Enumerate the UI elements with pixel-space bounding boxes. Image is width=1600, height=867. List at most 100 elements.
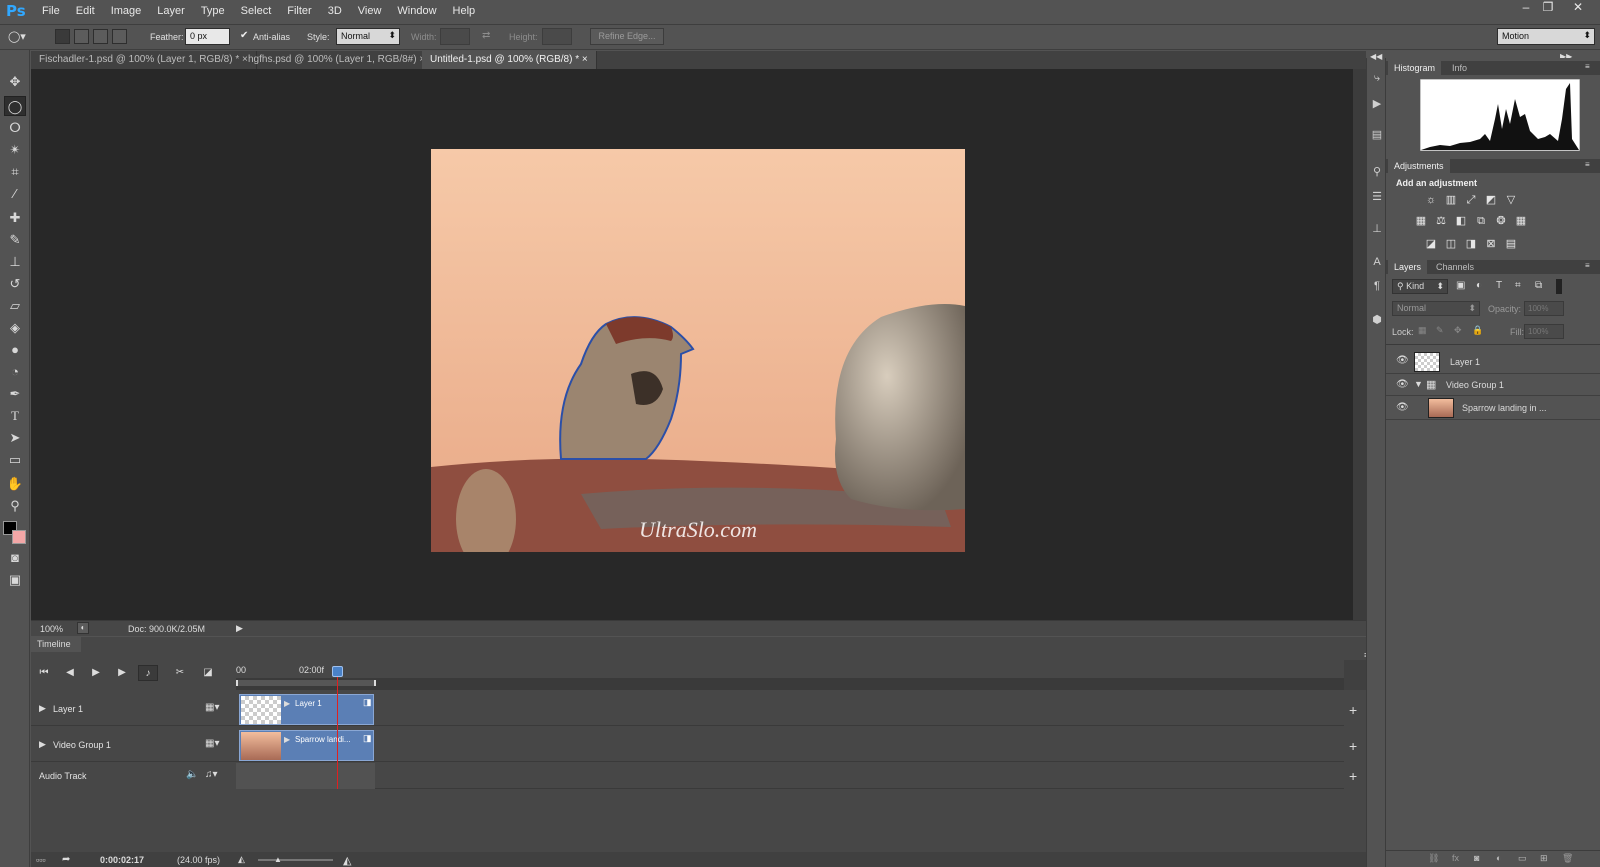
lock-transparent-icon[interactable]: ▦ bbox=[1418, 325, 1427, 336]
posterize-icon[interactable]: ◫ bbox=[1444, 238, 1458, 250]
history-brush-tool-icon[interactable]: ↺ bbox=[4, 274, 26, 294]
add-audio-icon[interactable]: + bbox=[1349, 768, 1357, 784]
status-info-icon[interactable]: ◐ bbox=[77, 622, 89, 634]
menu-select[interactable]: Select bbox=[233, 5, 280, 17]
brightness-icon[interactable]: ☼ bbox=[1424, 194, 1438, 206]
status-menu-arrow-icon[interactable]: ▶ bbox=[236, 623, 243, 634]
mute-audio-icon[interactable]: ♪ bbox=[138, 665, 158, 681]
expand-arrow-icon[interactable]: ▶ bbox=[39, 739, 46, 750]
next-frame-icon[interactable]: ▶ bbox=[112, 665, 132, 681]
collapse-panels-icon[interactable]: ◀◀ bbox=[1370, 52, 1382, 61]
lock-image-icon[interactable]: ✎ bbox=[1436, 325, 1444, 336]
track-lane-audio[interactable] bbox=[236, 763, 1344, 789]
type-tool-icon[interactable]: T bbox=[4, 406, 26, 426]
menu-type[interactable]: Type bbox=[193, 5, 233, 17]
music-note-menu-icon[interactable]: ♫▾ bbox=[205, 769, 218, 780]
filter-shape-icon[interactable]: ⌗ bbox=[1515, 280, 1521, 291]
new-layer-icon[interactable]: ⊞ bbox=[1540, 853, 1548, 864]
zoom-level[interactable]: 100% bbox=[40, 624, 63, 634]
style-select[interactable]: Normal ⬍ bbox=[336, 28, 400, 45]
previous-frame-icon[interactable]: ◀ bbox=[60, 665, 80, 681]
clip-layer-1[interactable]: ▶ Layer 1 ◨ bbox=[239, 694, 374, 725]
lock-position-icon[interactable]: ✥ bbox=[1454, 325, 1462, 336]
timeline-ruler[interactable] bbox=[236, 678, 1344, 690]
close-tab-icon[interactable]: × bbox=[582, 54, 588, 65]
opacity-input[interactable]: 100% bbox=[1524, 301, 1564, 316]
panel-menu-icon[interactable]: ≡ bbox=[1585, 160, 1590, 169]
ellipse-marquee-preset-icon[interactable]: ◯▾ bbox=[8, 30, 34, 44]
add-mask-icon[interactable]: ◙ bbox=[1474, 853, 1479, 863]
panel-menu-icon[interactable]: ≡ bbox=[1585, 62, 1590, 71]
new-group-icon[interactable]: ▭ bbox=[1518, 853, 1527, 864]
close-window-button[interactable]: ✕ bbox=[1566, 0, 1590, 16]
track-lane-video-group-1[interactable] bbox=[236, 727, 1344, 762]
timeline-tab[interactable]: Timeline bbox=[31, 637, 81, 652]
menu-3d[interactable]: 3D bbox=[320, 5, 350, 17]
rectangle-tool-icon[interactable]: ▭ bbox=[4, 450, 26, 470]
paragraph-panel-icon[interactable]: ¶ bbox=[1369, 280, 1385, 296]
channel-mixer-icon[interactable]: ❂ bbox=[1494, 215, 1508, 227]
hue-saturation-icon[interactable]: ▦ bbox=[1414, 215, 1428, 227]
ellipse-marquee-tool-icon[interactable]: ◯ bbox=[4, 96, 26, 116]
brush-presets-icon[interactable]: ☰ bbox=[1369, 190, 1385, 206]
adjustments-tab[interactable]: Adjustments bbox=[1388, 159, 1450, 173]
clone-source-icon[interactable]: ⊥ bbox=[1369, 222, 1385, 238]
restore-button[interactable]: ❐ bbox=[1536, 0, 1560, 16]
brush-tool-icon[interactable]: ✎ bbox=[4, 230, 26, 250]
tab-hgfhs[interactable]: hgfhs.psd @ 100% (Layer 1, RGB/8#) × bbox=[240, 51, 435, 69]
playhead-line[interactable] bbox=[337, 677, 338, 789]
blend-mode-select[interactable]: Normal ⬍ bbox=[1392, 301, 1480, 316]
levels-icon[interactable]: ▥ bbox=[1444, 194, 1458, 206]
new-adjustment-icon[interactable]: ◐ bbox=[1496, 853, 1501, 863]
new-selection-icon[interactable] bbox=[55, 29, 70, 44]
minimize-button[interactable]: – bbox=[1514, 0, 1538, 16]
healing-brush-tool-icon[interactable]: ✚ bbox=[4, 208, 26, 228]
curves-icon[interactable]: ⤢ bbox=[1464, 194, 1478, 206]
tab-untitled-1[interactable]: Untitled-1.psd @ 100% (RGB/8) * × bbox=[422, 51, 597, 69]
convert-frame-animation-icon[interactable]: ▫▫▫ bbox=[36, 855, 46, 865]
film-strip-menu-icon[interactable]: ▦▾ bbox=[205, 738, 219, 749]
actions-panel-icon[interactable]: ▶ bbox=[1369, 97, 1385, 113]
track-header-layer-1[interactable]: ▶ Layer 1 ▦▾ bbox=[31, 691, 236, 726]
fill-input[interactable]: 100% bbox=[1524, 324, 1564, 339]
screen-mode-icon[interactable]: ▣ bbox=[4, 570, 26, 590]
photo-filter-icon[interactable]: ⧉ bbox=[1474, 215, 1488, 227]
zoom-in-icon[interactable]: ◭ bbox=[343, 854, 351, 867]
zoom-slider-thumb-icon[interactable]: ▲ bbox=[274, 855, 282, 864]
path-selection-tool-icon[interactable]: ➤ bbox=[4, 428, 26, 448]
link-layers-icon[interactable]: ⛓ bbox=[1428, 853, 1439, 864]
track-header-audio[interactable]: Audio Track 🔈 ♫▾ bbox=[31, 763, 236, 789]
black-white-icon[interactable]: ◧ bbox=[1454, 215, 1468, 227]
menu-view[interactable]: View bbox=[350, 5, 390, 17]
menu-edit[interactable]: Edit bbox=[68, 5, 103, 17]
workspace-select[interactable]: Motion ⬍ bbox=[1497, 28, 1595, 45]
crop-tool-icon[interactable]: ⌗ bbox=[4, 162, 26, 182]
history-panel-icon[interactable]: ⤷ bbox=[1369, 72, 1385, 88]
play-icon[interactable]: ▶ bbox=[86, 665, 106, 681]
menu-layer[interactable]: Layer bbox=[149, 5, 193, 17]
refine-edge-button[interactable]: Refine Edge... bbox=[590, 28, 664, 45]
transition-icon[interactable]: ◪ bbox=[198, 665, 218, 681]
document-canvas[interactable]: UltraSlo.com bbox=[431, 149, 965, 552]
add-media-video-group-icon[interactable]: + bbox=[1349, 738, 1357, 754]
anti-alias-checkbox[interactable]: ✔ bbox=[240, 30, 248, 41]
film-strip-menu-icon[interactable]: ▦▾ bbox=[205, 702, 219, 713]
clip-arrow-icon[interactable]: ▶ bbox=[284, 699, 290, 708]
tab-fischadler[interactable]: Fischadler-1.psd @ 100% (Layer 1, RGB/8)… bbox=[31, 51, 257, 69]
clip-end-icon[interactable]: ◨ bbox=[363, 733, 372, 744]
lasso-tool-icon[interactable]: ⵔ bbox=[4, 118, 26, 138]
quick-mask-icon[interactable]: ◙ bbox=[4, 548, 26, 568]
menu-window[interactable]: Window bbox=[389, 5, 444, 17]
intersect-selection-icon[interactable] bbox=[112, 29, 127, 44]
swap-icon[interactable]: ⇄ bbox=[482, 30, 490, 41]
clip-arrow-icon[interactable]: ▶ bbox=[284, 735, 290, 744]
track-lane-layer-1[interactable] bbox=[236, 691, 1344, 726]
clip-sparrow[interactable]: ▶ Sparrow landi... ◨ bbox=[239, 730, 374, 761]
layers-tab[interactable]: Layers bbox=[1388, 260, 1428, 274]
color-lookup-icon[interactable]: ▦ bbox=[1514, 215, 1528, 227]
layer-row-sparrow[interactable]: 👁 Sparrow landing in ... bbox=[1386, 396, 1600, 420]
dodge-tool-icon[interactable]: ◔ bbox=[4, 362, 26, 382]
filter-smart-object-icon[interactable]: ⧉ bbox=[1535, 280, 1542, 291]
visibility-eye-icon[interactable]: 👁 bbox=[1396, 355, 1409, 366]
vibrance-icon[interactable]: ▽ bbox=[1504, 194, 1518, 206]
